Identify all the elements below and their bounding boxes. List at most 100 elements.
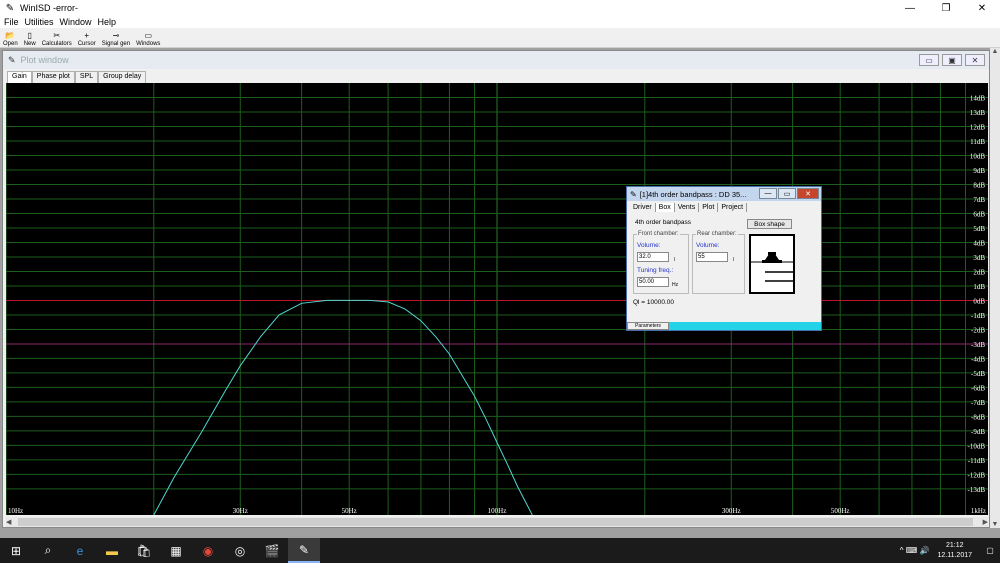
film-icon: 🎬: [264, 543, 280, 558]
winisd-taskbar-button[interactable]: ✎: [288, 538, 320, 563]
winisd-icon: ✎: [298, 542, 310, 557]
tuning-freq-input[interactable]: 50.00: [637, 277, 669, 287]
open-label: Open: [3, 41, 18, 47]
rear-volume-input[interactable]: 55: [696, 252, 728, 262]
y-tick-label: -2dB: [971, 326, 985, 334]
tab-spl[interactable]: SPL: [74, 71, 99, 83]
box-shape-button[interactable]: Box shape: [747, 219, 792, 229]
plot-window-controls: ▭ ▣ ✕: [916, 54, 985, 66]
front-volume-input[interactable]: 32.0: [637, 252, 669, 262]
horizontal-scrollbar[interactable]: ◀ ▶: [6, 517, 988, 527]
windows-icon: ▭: [144, 31, 153, 40]
toolbar: 📂 Open ▯ New ✂ Calculators + Cursor ⊸ Signal …: [0, 28, 1000, 48]
store-button[interactable]: 🛍: [128, 538, 160, 563]
dialog-close-button[interactable]: ✕: [797, 188, 819, 199]
scroll-up-arrow-icon[interactable]: ▲: [992, 48, 999, 55]
rear-volume-unit: l: [733, 257, 735, 263]
tab-driver[interactable]: Driver: [630, 203, 656, 212]
file-explorer-button[interactable]: ▬: [96, 538, 128, 563]
y-tick-label: 13dB: [970, 109, 986, 117]
front-chamber-group: Front chamber: Volume: 32.0 l Tuning fre…: [633, 231, 689, 294]
y-tick-label: -3dB: [971, 341, 985, 349]
media-icon: ◎: [234, 543, 246, 558]
media-button[interactable]: ◎: [224, 538, 256, 563]
cursor-label: Cursor: [77, 41, 96, 47]
tab-project[interactable]: Project: [718, 203, 748, 212]
scroll-right-arrow-icon[interactable]: ▶: [983, 518, 988, 526]
vertical-scrollbar[interactable]: ▲ ▼: [990, 48, 1000, 528]
y-tick-label: -6dB: [971, 384, 985, 392]
tab-box[interactable]: Box: [655, 203, 675, 212]
app-titlebar: ✎ WinISD -error- — ❐ ✕: [0, 0, 1000, 16]
dialog-app-icon: ✎: [630, 189, 637, 199]
x-tick-label: 10Hz: [8, 507, 23, 515]
chrome-button[interactable]: ◉: [192, 538, 224, 563]
window-controls: — ❐ ✕: [892, 0, 1000, 16]
menu-file[interactable]: File: [4, 17, 19, 27]
notification-icon: ▢: [986, 546, 994, 555]
scroll-thumb[interactable]: [18, 518, 973, 526]
maximize-button[interactable]: ❐: [928, 0, 964, 16]
mdi-area: ✎ Plot window ▭ ▣ ✕ Gain Phase plot SPL …: [0, 48, 1000, 538]
plot-window: ✎ Plot window ▭ ▣ ✕ Gain Phase plot SPL …: [2, 50, 990, 528]
x-tick-label: 30Hz: [233, 507, 248, 515]
windows-button[interactable]: ▭ Windows: [133, 27, 163, 48]
x-tick-label: 1kHz: [971, 507, 986, 515]
calculator-icon: ✂: [53, 31, 61, 40]
store-icon: 🛍: [136, 543, 152, 558]
notification-button[interactable]: ▢: [980, 538, 1000, 563]
new-label: New: [23, 41, 36, 47]
cursor-button[interactable]: + Cursor: [75, 27, 99, 48]
y-tick-label: 11dB: [970, 138, 985, 146]
plot-maximize-button[interactable]: ▣: [942, 54, 962, 66]
tab-gain[interactable]: Gain: [7, 71, 32, 83]
minimize-button[interactable]: —: [892, 0, 928, 16]
menu-utilities[interactable]: Utilities: [25, 17, 54, 27]
dialog-statusbar: Parameters: [627, 322, 821, 330]
plot-close-button[interactable]: ✕: [965, 54, 985, 66]
menu-window[interactable]: Window: [60, 17, 92, 27]
plot-minimize-button[interactable]: ▭: [919, 54, 939, 66]
scroll-left-arrow-icon[interactable]: ◀: [6, 518, 11, 526]
scroll-down-arrow-icon[interactable]: ▼: [992, 521, 999, 528]
calculators-button[interactable]: ✂ Calculators: [39, 27, 75, 48]
front-chamber-label: Front chamber:: [637, 231, 680, 237]
edge-icon: e: [76, 543, 84, 558]
tab-group-delay[interactable]: Group delay: [98, 71, 147, 83]
tray-icons[interactable]: ^ ⌨ 🔊: [900, 546, 930, 555]
start-button[interactable]: ⊞: [0, 538, 32, 563]
y-tick-label: -7dB: [971, 399, 985, 407]
ql-readout: Ql = 10000.00: [633, 299, 675, 306]
edge-button[interactable]: e: [64, 538, 96, 563]
y-tick-label: 5dB: [973, 225, 985, 233]
film-button[interactable]: 🎬: [256, 538, 288, 563]
box-dialog: ✎ [1]4th order bandpass : DD 35... — ▭ ✕…: [626, 186, 822, 331]
gain-plot[interactable]: 14dB 13dB 12dB 11dB 10dB 9dB 8dB 7dB 6dB 5dB 4dB 3d…: [5, 83, 988, 516]
tab-vents[interactable]: Vents: [675, 203, 700, 212]
x-tick-label: 50Hz: [342, 507, 357, 515]
x-tick-label: 300Hz: [722, 507, 741, 515]
dialog-titlebar[interactable]: ✎ [1]4th order bandpass : DD 35... — ▭ ✕: [627, 187, 821, 201]
dialog-minimize-button[interactable]: —: [759, 188, 777, 199]
plot-window-icon: ✎: [8, 54, 16, 65]
tab-phase-plot[interactable]: Phase plot: [31, 71, 75, 83]
dialog-maximize-button[interactable]: ▭: [778, 188, 796, 199]
tab-plot[interactable]: Plot: [699, 203, 719, 212]
new-button[interactable]: ▯ New: [21, 27, 39, 48]
plot-window-titlebar[interactable]: ✎ Plot window ▭ ▣ ✕: [3, 51, 989, 69]
search-button[interactable]: ⌕: [32, 538, 64, 563]
clock-date: 12.11.2017: [937, 551, 972, 559]
clock[interactable]: 21:12 12.11.2017: [937, 541, 972, 561]
dialog-tabs: Driver Box Vents Plot Project: [630, 203, 748, 212]
calculator-app-button[interactable]: ▦: [160, 538, 192, 563]
parameters-segment[interactable]: Parameters: [627, 322, 669, 330]
close-button[interactable]: ✕: [964, 0, 1000, 16]
gain-chart-svg: 14dB 13dB 12dB 11dB 10dB 9dB 8dB 7dB 6dB 5dB 4dB 3d…: [5, 83, 988, 516]
box-type-field[interactable]: 4th order bandpass: [633, 219, 741, 228]
calculator-app-icon: ▦: [170, 543, 182, 558]
menu-help[interactable]: Help: [98, 17, 117, 27]
y-tick-label: -1dB: [971, 312, 985, 320]
open-button[interactable]: 📂 Open: [0, 27, 21, 48]
y-tick-label: 3dB: [973, 254, 985, 262]
signal-gen-button[interactable]: ⊸ Signal gen: [99, 27, 133, 48]
